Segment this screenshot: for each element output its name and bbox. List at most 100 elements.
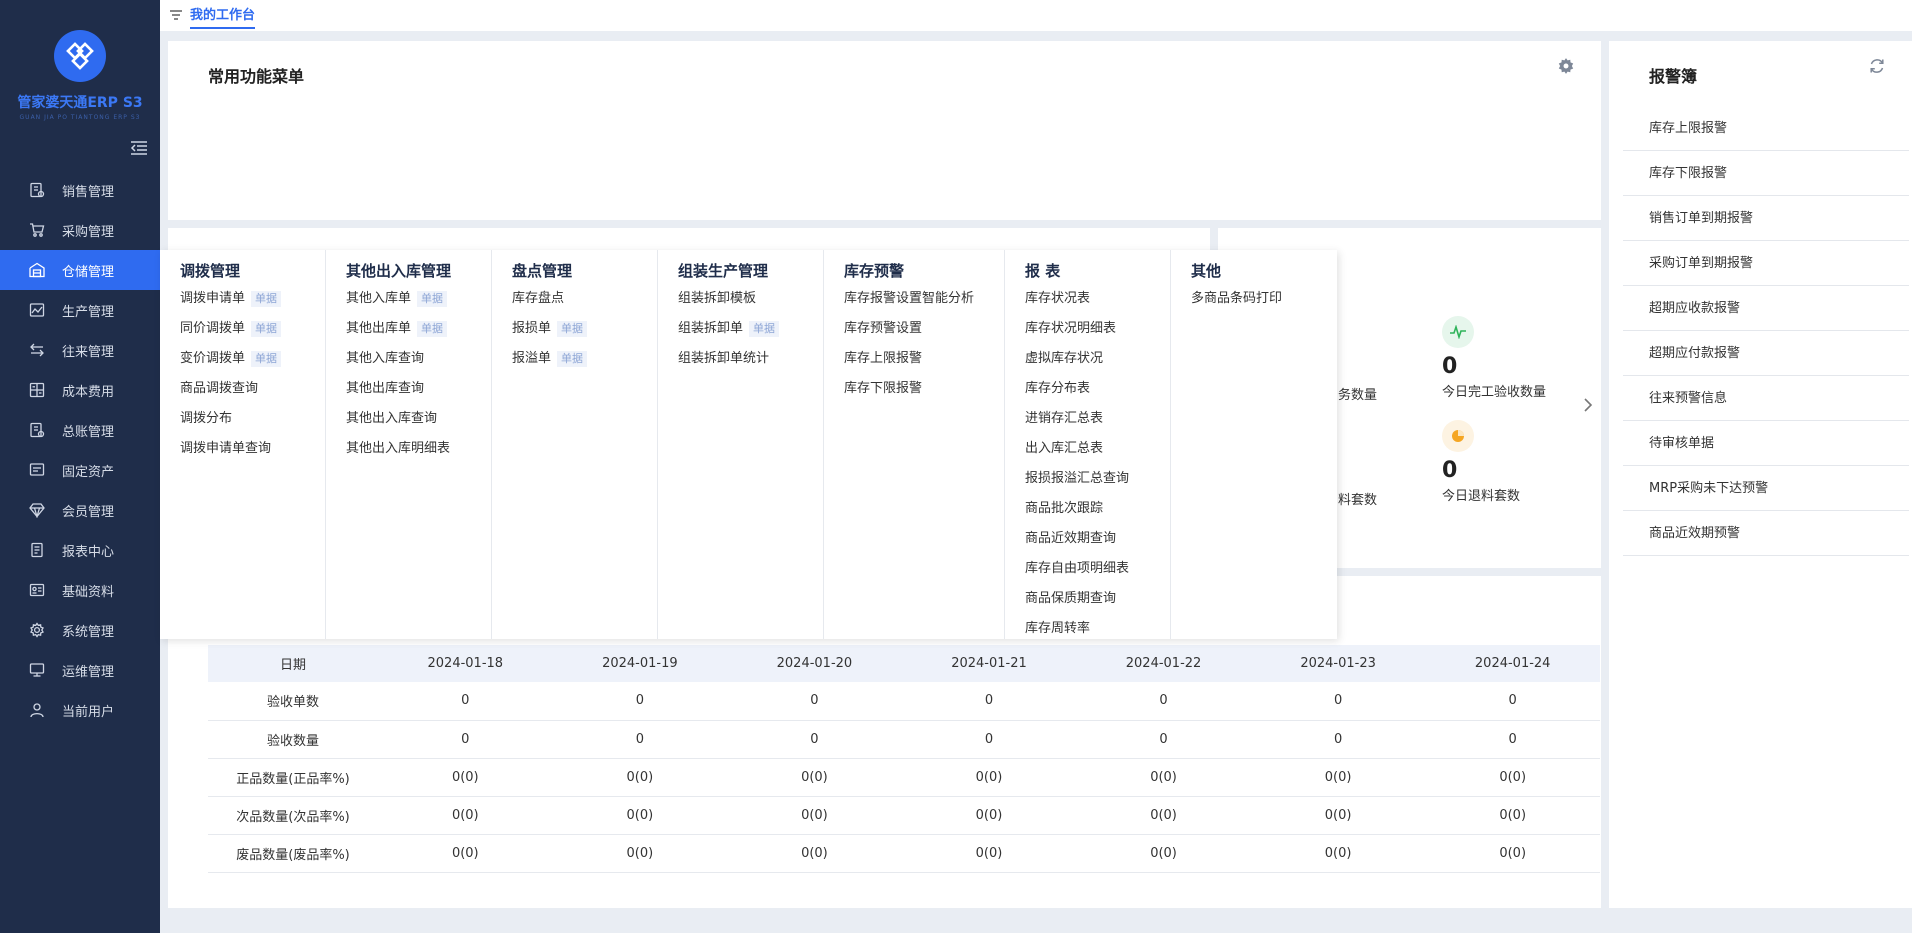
- menu-item[interactable]: 调拨申请单查询: [180, 434, 325, 464]
- alarm-item[interactable]: 超期应收款报警: [1623, 286, 1909, 331]
- menu-item[interactable]: 库存分布表: [1025, 374, 1170, 404]
- sidebar-item-sales[interactable]: 销售管理: [0, 170, 160, 210]
- table-cell: 0(0): [1250, 834, 1426, 873]
- table-cell: 0(0): [552, 796, 728, 835]
- id-card-icon: [28, 581, 46, 599]
- sidebar-item-purchase[interactable]: 采购管理: [0, 210, 160, 250]
- menu-item-label: 其他入库单: [346, 291, 412, 306]
- menu-item[interactable]: 调拨分布: [180, 404, 325, 434]
- menu-item[interactable]: 组装拆卸单统计: [678, 344, 823, 374]
- sidebar-item-ledger[interactable]: 总账管理: [0, 410, 160, 450]
- menu-item[interactable]: 库存报警设置智能分析: [844, 284, 1004, 314]
- menu-item-label: 其他出库单: [346, 321, 412, 336]
- table-cell: 0: [552, 682, 728, 721]
- menu-item[interactable]: 其他出库查询: [346, 374, 491, 404]
- menu-item[interactable]: 库存状况表: [1025, 284, 1170, 314]
- common-menu-panel: 常用功能菜单: [168, 41, 1601, 220]
- table-cell: 0: [901, 682, 1077, 721]
- alarm-title: 报警簿: [1649, 67, 1698, 86]
- tab-my-workbench[interactable]: 我的工作台: [190, 0, 256, 29]
- chevron-right-icon[interactable]: [1583, 398, 1593, 416]
- collapse-sidebar-icon[interactable]: [130, 140, 148, 156]
- menu-item[interactable]: 报溢单 单据: [512, 344, 657, 374]
- menu-item[interactable]: 商品批次跟踪: [1025, 494, 1170, 524]
- menu-column-title: 盘点管理: [512, 262, 573, 280]
- menu-item[interactable]: 其他入库单 单据: [346, 284, 491, 314]
- menu-item[interactable]: 出入库汇总表: [1025, 434, 1170, 464]
- menu-item[interactable]: 调拨申请单 单据: [180, 284, 325, 314]
- table-header: 2024-01-21: [901, 645, 1077, 682]
- alarm-item[interactable]: 库存上限报警: [1623, 106, 1909, 151]
- table-cell: 0(0): [727, 758, 902, 797]
- sidebar-item-ops[interactable]: 运维管理: [0, 650, 160, 690]
- diamond-icon: [28, 501, 46, 519]
- settings-gear-icon[interactable]: [1557, 57, 1575, 79]
- menu-item[interactable]: 进销存汇总表: [1025, 404, 1170, 434]
- menu-column-title: 调拨管理: [180, 262, 241, 280]
- table-cell: 0(0): [901, 758, 1077, 797]
- alarm-item[interactable]: 往来预警信息: [1623, 376, 1909, 421]
- alarm-item[interactable]: 商品近效期预警: [1623, 511, 1909, 556]
- alarm-item[interactable]: 超期应付款报警: [1623, 331, 1909, 376]
- table-header-date: 日期: [208, 645, 378, 682]
- brand: 管家婆天通ERP S3 GUAN JIA PO TIANTONG ERP S3: [0, 0, 160, 130]
- menu-item[interactable]: 库存周转率: [1025, 614, 1170, 644]
- menu-item[interactable]: 虚拟库存状况: [1025, 344, 1170, 374]
- table-header: 2024-01-22: [1076, 645, 1251, 682]
- sidebar-item-label: 基础资料: [62, 584, 115, 600]
- menu-item[interactable]: 报损报溢汇总查询: [1025, 464, 1170, 494]
- sidebar-item-label: 销售管理: [62, 184, 115, 200]
- menu-item[interactable]: 变价调拨单 单据: [180, 344, 325, 374]
- menu-item[interactable]: 库存上限报警: [844, 344, 1004, 374]
- production-icon: [28, 301, 46, 319]
- menu-item[interactable]: 库存状况明细表: [1025, 314, 1170, 344]
- menu-item[interactable]: 报损单 单据: [512, 314, 657, 344]
- menu-item[interactable]: 库存预警设置: [844, 314, 1004, 344]
- menu-item[interactable]: 商品保质期查询: [1025, 584, 1170, 614]
- table-cell: 0: [1425, 682, 1600, 721]
- menu-column-title: 其他出入库管理: [346, 262, 452, 280]
- sidebar-item-cost[interactable]: 成本费用: [0, 370, 160, 410]
- menu-item[interactable]: 库存下限报警: [844, 374, 1004, 404]
- sidebar-item-warehouse[interactable]: 仓储管理: [0, 250, 160, 290]
- table-row: 验收单数 0 0 0 0 0 0 0: [208, 682, 1600, 721]
- menu-item[interactable]: 组装拆卸单 单据: [678, 314, 823, 344]
- doc-tag: 单据: [557, 321, 588, 337]
- menu-column-assembly: 组装生产管理 组装拆卸模板 组装拆卸单 单据 组装拆卸单统计: [658, 250, 824, 639]
- menu-item[interactable]: 多商品条码打印: [1191, 284, 1337, 314]
- sidebar-item-assets[interactable]: 固定资产: [0, 450, 160, 490]
- table-cell: 0: [552, 720, 728, 759]
- table-cell: 0(0): [1076, 796, 1251, 835]
- menu-item[interactable]: 组装拆卸模板: [678, 284, 823, 314]
- menu-item[interactable]: 商品近效期查询: [1025, 524, 1170, 554]
- menu-item-label: 组装拆卸单: [678, 321, 744, 336]
- refresh-icon[interactable]: [1868, 57, 1886, 79]
- sidebar-item-label: 采购管理: [62, 224, 115, 240]
- stat-value: 0: [1442, 458, 1458, 483]
- menu-item[interactable]: 其他出库单 单据: [346, 314, 491, 344]
- sidebar-item-system[interactable]: 系统管理: [0, 610, 160, 650]
- alarm-item[interactable]: 采购订单到期报警: [1623, 241, 1909, 286]
- sidebar-item-current-user[interactable]: 当前用户: [0, 690, 160, 730]
- menu-item-label: 变价调拨单: [180, 351, 246, 366]
- table-cell: 0: [1250, 720, 1426, 759]
- alarm-item[interactable]: MRP采购未下达预警: [1623, 466, 1909, 511]
- alarm-item[interactable]: 库存下限报警: [1623, 151, 1909, 196]
- menu-item[interactable]: 库存盘点: [512, 284, 657, 314]
- menu-item[interactable]: 库存自由项明细表: [1025, 554, 1170, 584]
- doc-tag: 单据: [749, 321, 780, 337]
- menu-item[interactable]: 其他入库查询: [346, 344, 491, 374]
- sidebar-item-contacts[interactable]: 往来管理: [0, 330, 160, 370]
- menu-item[interactable]: 同价调拨单 单据: [180, 314, 325, 344]
- menu-item[interactable]: 其他出入库明细表: [346, 434, 491, 464]
- alarm-item[interactable]: 销售订单到期报警: [1623, 196, 1909, 241]
- sidebar-item-basic-data[interactable]: 基础资料: [0, 570, 160, 610]
- sidebar-item-reports[interactable]: 报表中心: [0, 530, 160, 570]
- sidebar-item-production[interactable]: 生产管理: [0, 290, 160, 330]
- sidebar-item-members[interactable]: 会员管理: [0, 490, 160, 530]
- alarm-item[interactable]: 待审核单据: [1623, 421, 1909, 466]
- sidebar: 管家婆天通ERP S3 GUAN JIA PO TIANTONG ERP S3 …: [0, 0, 160, 933]
- menu-item[interactable]: 商品调拨查询: [180, 374, 325, 404]
- menu-item[interactable]: 其他出入库查询: [346, 404, 491, 434]
- tab-menu-icon[interactable]: [169, 8, 183, 22]
